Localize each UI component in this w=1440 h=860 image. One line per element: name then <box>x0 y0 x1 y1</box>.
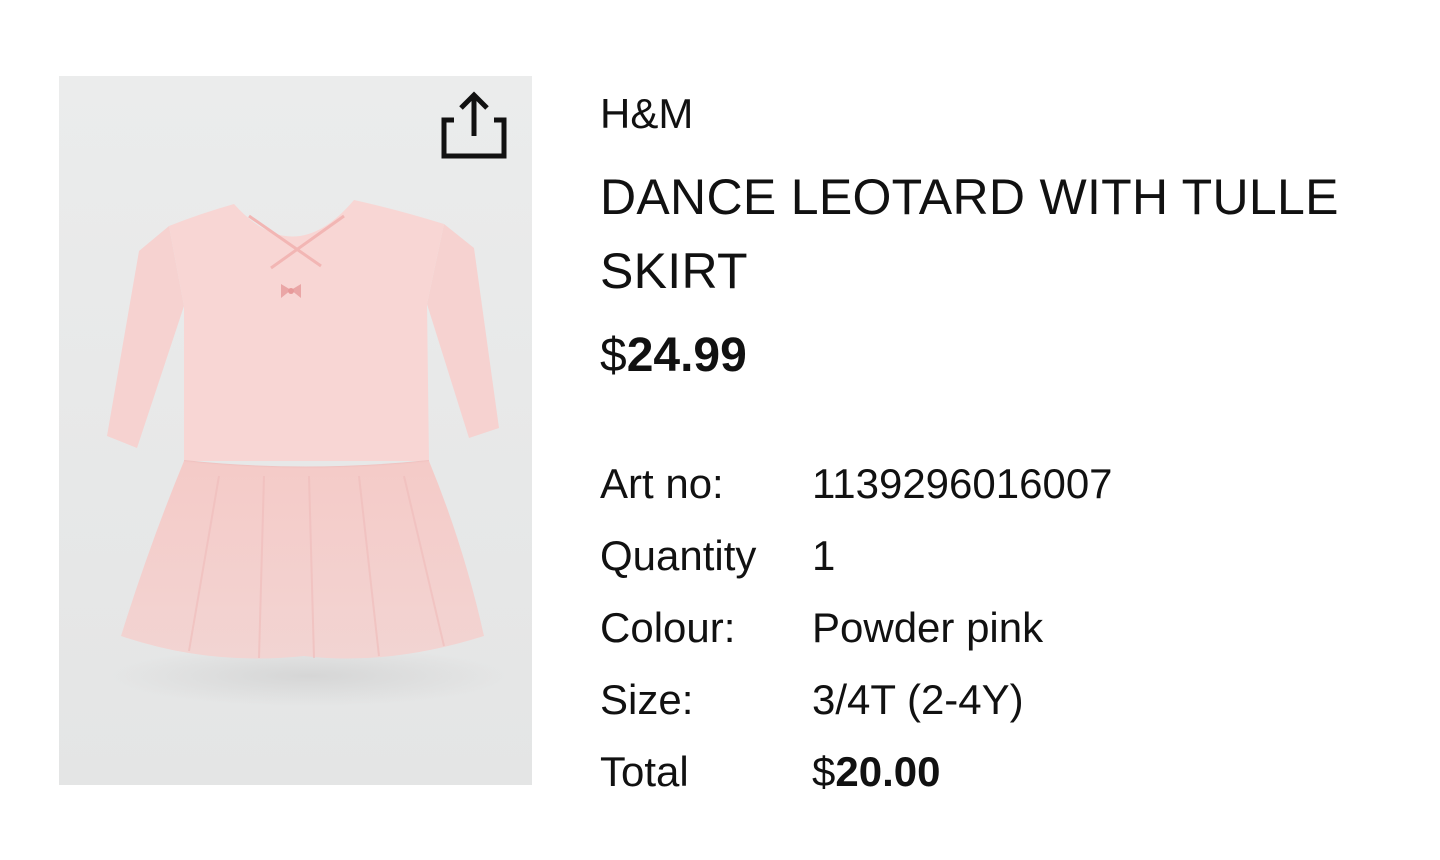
spec-row-art-no: Art no: 1139296016007 <box>600 448 1113 520</box>
art-no-value: 1139296016007 <box>812 460 1113 507</box>
share-icon <box>441 91 507 159</box>
product-price: $24.99 <box>600 326 1400 386</box>
product-details: H&M DANCE LEOTARD WITH TULLE SKIRT $24.9… <box>600 88 1400 386</box>
total-value: $20.00 <box>812 736 1113 808</box>
dress-illustration <box>59 76 532 785</box>
size-label: Size: <box>600 676 694 723</box>
share-button[interactable] <box>432 84 512 164</box>
total-label: Total <box>600 748 689 795</box>
brand-name: H&M <box>600 90 694 137</box>
product-title[interactable]: DANCE LEOTARD WITH TULLE SKIRT <box>600 160 1400 308</box>
order-item-card: H&M DANCE LEOTARD WITH TULLE SKIRT $24.9… <box>0 0 1440 860</box>
spec-row-total: Total $20.00 <box>600 736 1113 808</box>
colour-label: Colour: <box>600 604 736 651</box>
art-no-label: Art no: <box>600 460 724 507</box>
spec-table: Art no: 1139296016007 Quantity 1 Colour:… <box>600 448 1113 808</box>
price-amount: 24.99 <box>626 329 747 382</box>
total-amount: 20.00 <box>835 748 941 795</box>
quantity-value: 1 <box>812 532 836 579</box>
colour-value: Powder pink <box>812 604 1044 651</box>
total-currency: $ <box>812 748 836 795</box>
spec-row-size: Size: 3/4T (2-4Y) <box>600 664 1113 736</box>
product-image[interactable] <box>59 76 532 785</box>
spec-row-quantity: Quantity 1 <box>600 520 1113 592</box>
size-value: 3/4T (2-4Y) <box>812 676 1024 723</box>
quantity-label: Quantity <box>600 532 757 579</box>
spec-row-colour: Colour: Powder pink <box>600 592 1113 664</box>
price-currency: $ <box>600 329 627 382</box>
